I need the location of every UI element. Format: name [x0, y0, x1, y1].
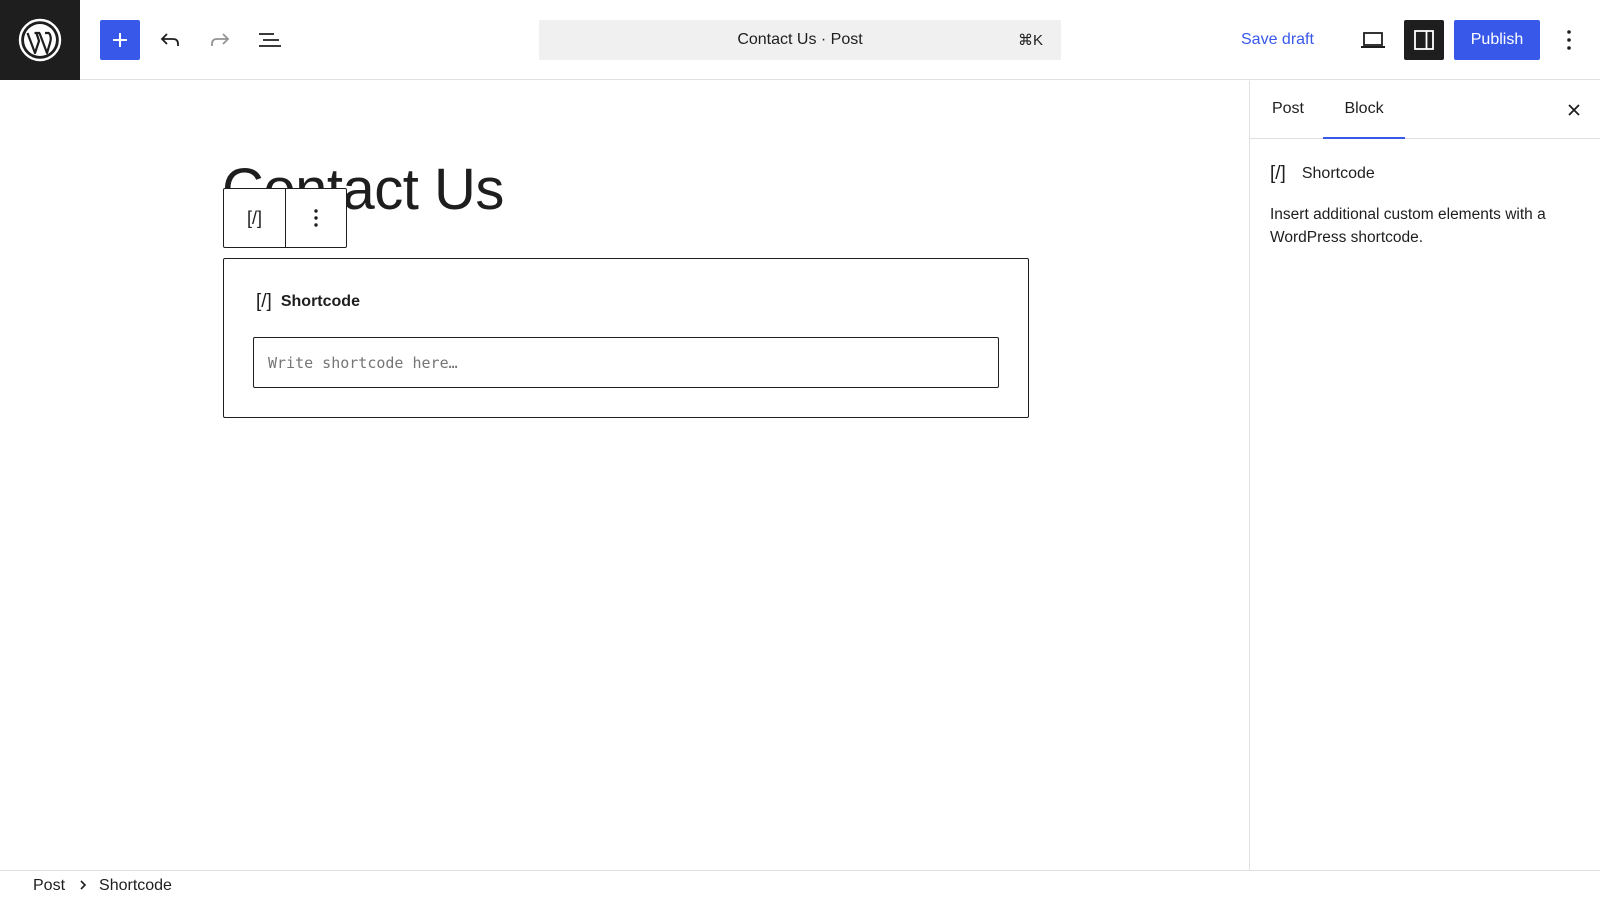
shortcode-icon: [/]	[256, 291, 272, 312]
editor-canvas: Contact Us [/] [/] Shortcode	[0, 81, 1248, 870]
plus-icon	[113, 33, 127, 47]
shortcode-icon: [/]	[246, 207, 262, 228]
redo-button[interactable]	[200, 20, 240, 60]
breadcrumb: Post Shortcode	[0, 870, 1600, 900]
preview-button[interactable]	[1353, 20, 1393, 60]
vertical-dots-icon	[314, 209, 318, 227]
shortcode-icon: [/]	[1270, 163, 1286, 184]
settings-toggle-button[interactable]	[1404, 20, 1444, 60]
command-shortcut: ⌘K	[1017, 32, 1043, 49]
undo-button[interactable]	[150, 20, 190, 60]
redo-icon	[211, 33, 230, 46]
breadcrumb-item-post[interactable]: Post	[33, 877, 65, 895]
save-draft-button[interactable]: Save draft	[1241, 20, 1314, 60]
chevron-right-icon	[79, 878, 87, 894]
shortcode-block-title: Shortcode	[280, 293, 360, 310]
block-card-header: [/] Shortcode	[1270, 163, 1590, 185]
vertical-dots-icon	[1567, 30, 1571, 50]
sidebar-tabs: Post Block	[1250, 81, 1600, 139]
block-card-title: Shortcode	[1301, 165, 1375, 182]
command-palette-bar[interactable]: Contact Us · Post ⌘K	[539, 20, 1061, 60]
wordpress-logo-icon	[18, 18, 62, 62]
shortcode-block-label: [/] Shortcode	[256, 291, 360, 313]
block-toolbar: [/]	[223, 188, 347, 248]
undo-icon	[160, 33, 179, 46]
publish-button[interactable]: Publish	[1454, 20, 1540, 60]
document-overview-button[interactable]	[250, 20, 290, 60]
breadcrumb-item-shortcode[interactable]: Shortcode	[99, 877, 172, 895]
wordpress-logo-button[interactable]	[0, 0, 80, 80]
sidebar-toggle-icon	[1414, 30, 1434, 50]
tab-post[interactable]: Post	[1270, 81, 1306, 139]
block-card-description: Insert additional custom elements with a…	[1270, 206, 1546, 246]
block-type-button[interactable]: [/]	[224, 189, 285, 247]
list-view-icon	[259, 33, 281, 47]
settings-sidebar: Post Block [/] Shortcode Insert addition…	[1249, 81, 1600, 870]
options-menu-button[interactable]	[1549, 20, 1589, 60]
close-icon	[1568, 104, 1580, 116]
editor-header: Contact Us · Post ⌘K Save draft Publish	[0, 0, 1600, 80]
shortcode-block[interactable]: [/] Shortcode	[223, 258, 1029, 418]
block-card: [/] Shortcode Insert additional custom e…	[1270, 163, 1590, 249]
block-options-button[interactable]	[285, 189, 346, 247]
close-sidebar-button[interactable]	[1559, 95, 1589, 125]
tab-block[interactable]: Block	[1323, 81, 1405, 139]
shortcode-input[interactable]	[253, 337, 999, 388]
document-title: Contact Us · Post	[737, 31, 863, 48]
desktop-preview-icon	[1361, 32, 1385, 48]
add-block-button[interactable]	[100, 20, 140, 60]
